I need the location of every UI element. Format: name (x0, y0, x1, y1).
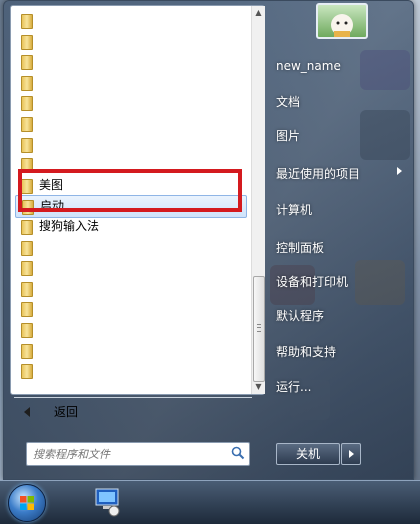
red-highlight-annotation (18, 169, 242, 212)
right-menu-item[interactable]: 默认程序 (276, 307, 324, 324)
taskbar (0, 480, 420, 524)
folder-icon (21, 117, 33, 132)
folder-icon (21, 261, 33, 277)
shutdown-options-arrow-icon (349, 450, 354, 458)
scroll-down-arrow-icon[interactable]: ▼ (254, 382, 263, 391)
program-folder-item[interactable] (15, 92, 245, 113)
program-folder-item[interactable] (15, 319, 245, 340)
program-folder-item[interactable] (15, 278, 245, 299)
right-menu-item[interactable]: 帮助和支持 (276, 343, 336, 360)
right-menu-item[interactable]: 运行... (276, 378, 311, 395)
recent-items-submenu-arrow-icon[interactable] (397, 167, 402, 175)
computer-network-icon (95, 488, 120, 517)
folder-icon (21, 34, 33, 50)
search-icon[interactable] (231, 446, 245, 460)
start-button[interactable] (8, 484, 46, 522)
shutdown-button[interactable]: 关机 (276, 443, 340, 465)
right-menu-item[interactable]: 文档 (276, 93, 300, 110)
folder-icon (21, 220, 33, 235)
scroll-up-arrow-icon[interactable]: ▲ (254, 8, 263, 17)
folder-icon (21, 323, 33, 338)
folder-icon (21, 14, 33, 29)
scroll-thumb[interactable] (253, 276, 265, 382)
folder-icon (21, 281, 33, 297)
program-folder-item[interactable]: 搜狗输入法 (15, 216, 245, 237)
taskbar-network-app[interactable] (90, 486, 124, 518)
windows-logo-icon (20, 496, 34, 510)
folder-icon (21, 343, 33, 359)
folder-icon (21, 240, 33, 256)
program-folder-item[interactable] (15, 72, 245, 93)
program-folder-item[interactable] (15, 298, 245, 319)
back-label: 返回 (54, 405, 79, 419)
start-menu: 美图启动搜狗输入法 ▲ ▼ 返回 new_name文档图片最近使用的项目计算机控… (3, 0, 414, 480)
right-menu-item[interactable]: 控制面板 (276, 239, 324, 256)
program-folder-item[interactable] (15, 10, 245, 31)
program-folder-label: 搜狗输入法 (39, 219, 100, 233)
right-menu-item[interactable]: 设备和打印机 (276, 273, 348, 290)
lucky-cat-avatar-icon (331, 14, 353, 37)
right-menu-item[interactable]: new_name (276, 59, 341, 73)
back-button[interactable]: 返回 (18, 401, 248, 423)
back-arrow-icon (24, 407, 30, 417)
program-folder-item[interactable] (15, 257, 245, 278)
folder-icon (21, 364, 33, 380)
user-avatar[interactable] (316, 3, 368, 39)
folder-icon (21, 96, 33, 112)
folder-icon (21, 137, 33, 153)
folder-icon (21, 75, 33, 91)
program-folder-item[interactable] (15, 340, 245, 361)
program-folder-item[interactable] (15, 360, 245, 381)
program-folder-item[interactable] (15, 31, 245, 52)
folder-icon (21, 302, 33, 318)
program-folder-item[interactable] (15, 51, 245, 72)
right-menu-item[interactable]: 图片 (276, 127, 300, 144)
scroll-grip-icon (257, 324, 261, 332)
folder-icon (21, 55, 33, 71)
right-menu-item[interactable]: 计算机 (276, 201, 312, 218)
menu-divider (14, 397, 252, 398)
right-menu-item[interactable]: 最近使用的项目 (276, 165, 360, 182)
search-input[interactable] (31, 445, 225, 463)
program-folder-item[interactable] (15, 134, 245, 155)
search-box[interactable] (26, 442, 250, 466)
scrollbar[interactable]: ▲ ▼ (251, 6, 265, 394)
shutdown-options-button[interactable] (341, 443, 361, 465)
program-folder-item[interactable] (15, 237, 245, 258)
program-folder-item[interactable] (15, 113, 245, 134)
